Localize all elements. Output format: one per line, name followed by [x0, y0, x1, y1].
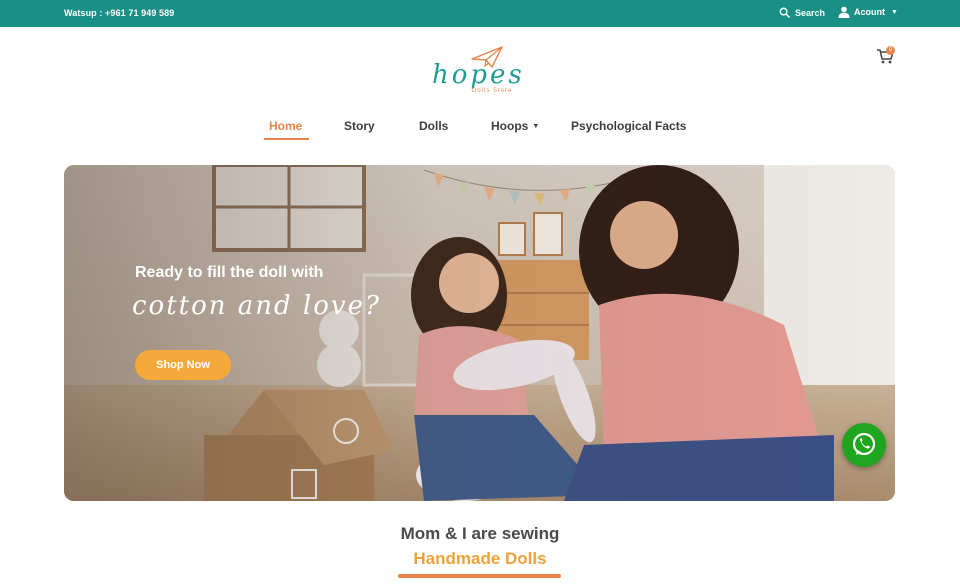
hero-script-text: cotton and love?: [132, 291, 381, 321]
section-subtitle: Handmade Dolls: [413, 549, 547, 568]
nav-item-hoops-label: Hoops: [491, 119, 529, 133]
section-title: Mom & I are sewing: [400, 524, 560, 543]
user-icon: [838, 6, 850, 18]
top-bar: Watsup : +961 71 949 589 Search Acount ▼: [0, 0, 960, 27]
whatsapp-icon: [852, 432, 876, 456]
chevron-down-icon: ▼: [891, 8, 898, 16]
shop-now-button[interactable]: Shop Now: [135, 350, 231, 380]
nav-active-underline: [264, 138, 309, 140]
hero-headline: Ready to fill the doll with: [135, 264, 324, 281]
phone-contact[interactable]: Watsup : +961 71 949 589: [64, 8, 174, 18]
search-label: Search: [795, 7, 826, 18]
nav-item-psychological-facts[interactable]: Psychological Facts: [571, 119, 686, 133]
account-menu[interactable]: Acount ▼: [838, 6, 898, 18]
search-button[interactable]: Search: [779, 7, 825, 18]
cart-count-badge: 0: [886, 46, 895, 55]
cart-button[interactable]: 0: [876, 46, 896, 65]
hero-banner: Ready to fill the doll with cotton and l…: [64, 165, 895, 501]
nav-item-dolls[interactable]: Dolls: [419, 119, 448, 133]
whatsapp-button[interactable]: [842, 423, 886, 467]
search-icon: [779, 7, 790, 18]
logo-wordmark: hopes: [432, 60, 525, 90]
chevron-down-icon: ▼: [532, 123, 540, 130]
store-logo[interactable]: hopes Dolls Store: [430, 42, 530, 102]
nav-item-story[interactable]: Story: [344, 119, 375, 133]
account-label: Acount: [854, 7, 885, 17]
logo-subtitle: Dolls Store: [472, 88, 513, 94]
hero-photo: [64, 165, 895, 501]
nav-item-home[interactable]: Home: [269, 119, 302, 133]
nav-item-hoops[interactable]: Hoops ▼: [491, 119, 539, 133]
main-nav: Home Story Dolls Hoops ▼ Psychological Fa…: [0, 119, 960, 143]
section-underline: [398, 574, 561, 578]
